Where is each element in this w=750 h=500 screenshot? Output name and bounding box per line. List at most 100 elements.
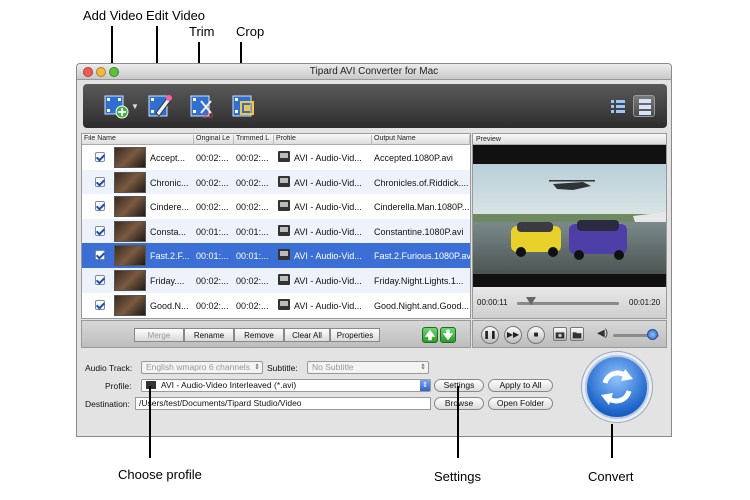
profile-cell[interactable]: AVI - Audio-Vid...	[294, 301, 372, 311]
row-checkbox[interactable]	[95, 152, 105, 162]
convert-button[interactable]	[585, 355, 649, 419]
audio-track-select[interactable]: English wmapro 6 channels ⇕	[141, 361, 263, 374]
open-folder-button[interactable]: Open Folder	[488, 397, 553, 410]
row-checkbox[interactable]	[95, 225, 105, 236]
app-window: Tipard AVI Converter for Mac ▼ 2:0 File …	[76, 63, 672, 437]
volume-handle[interactable]	[647, 329, 659, 340]
output-name-cell[interactable]: Fast.2.Furious.1080P.avi	[374, 251, 470, 261]
row-checkbox[interactable]	[95, 299, 105, 310]
chevron-updown-icon: ⇕	[420, 380, 430, 391]
output-name-cell[interactable]: Accepted.1080P.avi	[374, 153, 470, 163]
column-profile[interactable]: Profile	[274, 135, 372, 145]
profile-cell[interactable]: AVI - Audio-Vid...	[294, 178, 372, 188]
original-length-cell: 00:01:...	[196, 226, 229, 237]
table-row[interactable]: Chronic... 00:02:... 00:02:... AVI - Audio-…	[82, 169, 470, 195]
stop-button[interactable]: ■	[527, 326, 545, 344]
close-window-icon[interactable]	[83, 67, 93, 77]
original-length-cell: 00:01:...	[196, 251, 229, 262]
preview-timebar: 00:00:11 00:01:20	[473, 287, 666, 318]
column-trimmed-length[interactable]: Trimmed L	[234, 135, 274, 145]
trimmed-length-cell: 00:02:...	[236, 300, 269, 311]
list-action-bar: Merge Rename Remove Clear All Properties	[81, 320, 471, 348]
output-name-cell[interactable]: Cinderella.Man.1080P....	[374, 202, 470, 212]
crop-button[interactable]	[231, 93, 257, 119]
profile-format-icon	[278, 249, 290, 261]
trim-button[interactable]: 2:0	[189, 93, 215, 120]
seek-handle[interactable]	[526, 297, 537, 305]
snapshot-folder-button[interactable]	[570, 327, 584, 341]
fast-forward-button[interactable]: ▶▶	[504, 326, 522, 344]
table-row[interactable]: Fast.2.F... 00:01:... 00:01:... AVI - Audio…	[82, 243, 470, 268]
rename-button[interactable]: Rename	[184, 328, 234, 342]
row-checkbox[interactable]	[95, 275, 105, 285]
add-video-dropdown-icon[interactable]: ▼	[131, 102, 139, 111]
camera-icon	[555, 332, 565, 339]
callout-trim: Trim	[189, 24, 215, 39]
table-row[interactable]: Good.N... 00:02:... 00:02:... AVI - Audio-V…	[82, 293, 470, 318]
profile-cell[interactable]: AVI - Audio-Vid...	[294, 202, 372, 212]
settings-button[interactable]: Settings	[434, 379, 484, 392]
profile-cell[interactable]: AVI - Audio-Vid...	[294, 227, 372, 237]
file-name-cell: Cindere...	[150, 202, 190, 213]
destination-input[interactable]: /Users/test/Documents/Tipard Studio/Vide…	[135, 397, 431, 410]
output-name-cell[interactable]: Constantine.1080P.avi	[374, 227, 470, 237]
playback-controls: ❚❚ ▶▶ ■ ◀)	[472, 320, 667, 348]
trim-icon: 2:0	[190, 95, 213, 120]
add-video-button[interactable]	[103, 93, 129, 119]
output-name-cell[interactable]: Chronicles.of.Riddick....	[374, 178, 470, 188]
profile-cell[interactable]: AVI - Audio-Vid...	[294, 153, 372, 163]
callout-convert: Convert	[588, 469, 634, 484]
list-view-button[interactable]	[607, 95, 629, 117]
video-thumbnail	[114, 294, 146, 316]
subtitle-select[interactable]: No Subtitle ⇕	[307, 361, 429, 374]
table-row[interactable]: Accept... 00:02:... 00:02:... AVI - Audio-V…	[82, 145, 470, 170]
current-time: 00:00:11	[477, 298, 508, 307]
column-output-name[interactable]: Output Name	[372, 135, 470, 145]
row-checkbox[interactable]	[95, 250, 105, 261]
row-checkbox[interactable]	[95, 201, 105, 212]
zoom-window-icon[interactable]	[109, 67, 119, 77]
toolbar: ▼ 2:0	[83, 84, 667, 128]
chevron-updown-icon: ⇕	[254, 364, 260, 371]
move-up-button[interactable]	[422, 327, 438, 343]
snapshot-button[interactable]	[553, 327, 567, 341]
profile-select[interactable]: AVI - Audio-Video Interleaved (*.avi) ⇕	[141, 379, 431, 392]
row-checkbox[interactable]	[95, 176, 105, 187]
remove-button[interactable]: Remove	[234, 328, 284, 342]
callout-add-video: Add Video	[83, 8, 143, 23]
table-row[interactable]: Consta... 00:01:... 00:01:... AVI - Audio-V…	[82, 218, 470, 244]
merge-button[interactable]: Merge	[134, 328, 184, 342]
browse-button[interactable]: Browse	[434, 397, 484, 410]
audio-track-value: English wmapro 6 channels	[146, 362, 250, 372]
apply-to-all-button[interactable]: Apply to All	[488, 379, 553, 392]
table-row[interactable]: Cindere... 00:02:... 00:02:... AVI - Audio-…	[82, 194, 470, 219]
minimize-window-icon[interactable]	[96, 67, 106, 77]
thumbnail-view-button[interactable]	[633, 95, 655, 117]
subtitle-label: Subtitle:	[267, 363, 298, 373]
video-thumbnail	[114, 147, 146, 168]
pause-button[interactable]: ❚❚	[481, 326, 499, 344]
output-name-cell[interactable]: Friday.Night.Lights.1...	[374, 276, 470, 286]
column-original-length[interactable]: Original Le	[194, 135, 234, 145]
profile-cell[interactable]: AVI - Audio-Vid...	[294, 251, 372, 261]
trimmed-length-cell: 00:02:...	[236, 177, 269, 188]
clear-all-button[interactable]: Clear All	[284, 328, 330, 342]
traffic-lights	[83, 67, 119, 77]
trimmed-length-cell: 00:02:...	[236, 276, 269, 286]
preview-video-frame	[473, 164, 666, 274]
list-view-icon	[611, 100, 625, 113]
column-file-name[interactable]: File Name	[82, 135, 194, 145]
leader-convert	[611, 424, 613, 458]
move-down-button[interactable]	[440, 327, 456, 343]
video-thumbnail	[114, 220, 146, 242]
trimmed-length-cell: 00:01:...	[236, 251, 269, 262]
stop-icon: ■	[533, 330, 539, 339]
properties-button[interactable]: Properties	[330, 328, 380, 342]
table-row[interactable]: Friday.... 00:02:... 00:02:... AVI - Audio-…	[82, 268, 470, 293]
profile-format-icon	[278, 151, 290, 162]
edit-video-button[interactable]	[147, 93, 173, 119]
thumbnail-view-icon	[639, 99, 651, 115]
profile-cell[interactable]: AVI - Audio-Vid...	[294, 276, 372, 286]
output-name-cell[interactable]: Good.Night.and.Good....	[374, 301, 470, 311]
leader-choose-profile	[149, 386, 151, 458]
